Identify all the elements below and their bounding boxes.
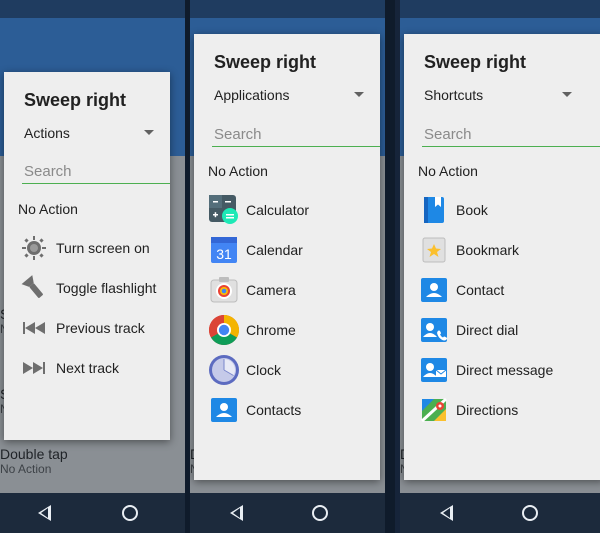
sweep-right-dialog-shortcuts: Sweep right Shortcuts No Action Book Boo… — [404, 34, 600, 480]
back-icon[interactable] — [38, 505, 51, 521]
nav-bar — [400, 493, 600, 533]
flashlight-icon — [18, 272, 50, 304]
option-previous-track[interactable]: Previous track — [18, 312, 170, 344]
dropdown-caret-icon — [144, 130, 154, 135]
option-direct-dial[interactable]: Direct dial — [418, 314, 600, 346]
search-input[interactable] — [22, 159, 170, 184]
no-action-option[interactable]: No Action — [418, 163, 478, 179]
back-icon[interactable] — [230, 505, 243, 521]
category-dropdown[interactable]: Actions — [24, 125, 154, 149]
option-next-track[interactable]: Next track — [18, 352, 170, 384]
contacts-icon — [208, 394, 240, 426]
option-label: Camera — [246, 282, 296, 298]
option-directions[interactable]: Directions — [418, 394, 600, 426]
category-selected: Applications — [214, 87, 290, 103]
option-label: Direct message — [456, 362, 554, 378]
option-contact[interactable]: Contact — [418, 274, 600, 306]
status-bar — [0, 0, 200, 18]
no-action-option[interactable]: No Action — [18, 201, 78, 217]
sweep-right-dialog-applications: Sweep right Applications No Action Calcu… — [194, 34, 380, 480]
option-label: Contacts — [246, 402, 302, 418]
option-label: Turn screen on — [56, 240, 150, 256]
option-turn-screen-on[interactable]: Turn screen on — [18, 232, 170, 264]
option-chrome[interactable]: Chrome — [208, 314, 380, 346]
option-contacts[interactable]: Contacts — [208, 394, 380, 426]
directions-icon — [418, 394, 450, 426]
no-action-option[interactable]: No Action — [208, 163, 268, 179]
screen-panel-2: DN Sweep right Applications No Action Ca… — [190, 0, 390, 533]
home-icon[interactable] — [122, 505, 138, 521]
chrome-icon — [208, 314, 240, 346]
category-dropdown[interactable]: Applications — [214, 87, 364, 111]
option-label: Book — [456, 202, 488, 218]
option-calendar[interactable]: 31 Calendar — [208, 234, 380, 266]
dropdown-caret-icon — [354, 92, 364, 97]
dialog-title: Sweep right — [424, 52, 527, 72]
option-label: Direct dial — [456, 322, 519, 338]
search-input[interactable] — [212, 122, 380, 147]
status-bar — [190, 0, 390, 18]
option-toggle-flashlight[interactable]: Toggle flashlight — [18, 272, 170, 304]
option-label: Calculator — [246, 202, 310, 218]
nav-bar — [0, 493, 200, 533]
sweep-right-dialog-actions: Sweep right Actions No Action Turn scree… — [4, 72, 170, 440]
double-tap-sub: No Action — [0, 462, 52, 476]
category-selected: Shortcuts — [424, 87, 484, 103]
status-bar — [400, 0, 600, 18]
bookmark-icon — [418, 234, 450, 266]
option-clock[interactable]: Clock — [208, 354, 380, 386]
category-selected: Actions — [24, 125, 70, 141]
option-label: Bookmark — [456, 242, 520, 258]
option-book[interactable]: Book — [418, 194, 600, 226]
dialog-title: Sweep right — [214, 52, 317, 72]
book-icon — [418, 194, 450, 226]
dropdown-caret-icon — [562, 92, 572, 97]
dialog-title: Sweep right — [24, 90, 127, 110]
option-label: Next track — [56, 360, 120, 376]
next-track-icon — [18, 352, 50, 384]
option-calculator[interactable]: Calculator — [208, 194, 380, 226]
home-icon[interactable] — [522, 505, 538, 521]
option-label: Clock — [246, 362, 282, 378]
previous-track-icon — [18, 312, 50, 344]
calendar-icon: 31 — [208, 234, 240, 266]
panel-separator — [385, 0, 395, 533]
search-input[interactable] — [422, 122, 600, 147]
home-icon[interactable] — [312, 505, 328, 521]
screen-panel-1: SN SN Double tap No Action Sweep right A… — [0, 0, 200, 533]
clock-icon — [208, 354, 240, 386]
contact-icon — [418, 274, 450, 306]
direct-message-icon — [418, 354, 450, 386]
option-label: Directions — [456, 402, 519, 418]
double-tap-title: Double tap — [0, 446, 68, 462]
option-label: Toggle flashlight — [56, 280, 157, 296]
option-label: Calendar — [246, 242, 303, 258]
option-label: Previous track — [56, 320, 145, 336]
svg-text:31: 31 — [216, 246, 232, 262]
option-direct-message[interactable]: Direct message — [418, 354, 600, 386]
option-camera[interactable]: Camera — [208, 274, 380, 306]
list-item-double-tap[interactable]: Double tap No Action — [0, 446, 200, 476]
camera-icon — [208, 274, 240, 306]
brightness-icon — [18, 232, 50, 264]
back-icon[interactable] — [440, 505, 453, 521]
calculator-icon — [208, 194, 240, 226]
option-bookmark[interactable]: Bookmark — [418, 234, 600, 266]
option-label: Chrome — [246, 322, 296, 338]
nav-bar — [190, 493, 390, 533]
category-dropdown[interactable]: Shortcuts — [424, 87, 572, 111]
option-label: Contact — [456, 282, 505, 298]
screen-panel-3: DN Sweep right Shortcuts No Action Book … — [400, 0, 600, 533]
direct-dial-icon — [418, 314, 450, 346]
